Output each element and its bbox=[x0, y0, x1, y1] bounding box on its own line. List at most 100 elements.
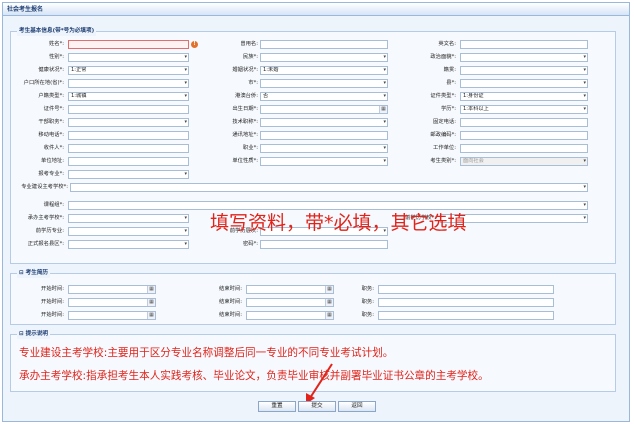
field-label: 承办主考学校*: bbox=[27, 215, 64, 221]
field-label: 性别*: bbox=[48, 54, 64, 60]
chevron-down-icon[interactable]: ▾ bbox=[184, 215, 187, 222]
select-field[interactable]: ▾ bbox=[260, 53, 388, 62]
select-field[interactable]: 1:城镇 ▾ bbox=[68, 92, 189, 101]
calendar-icon[interactable]: ▦ bbox=[379, 106, 387, 113]
calendar-icon[interactable]: ▦ bbox=[325, 286, 333, 293]
back-button[interactable]: 返回 bbox=[338, 401, 376, 412]
chevron-down-icon[interactable]: ▾ bbox=[184, 171, 187, 178]
resume-job-input[interactable] bbox=[378, 311, 554, 320]
resume-end-input[interactable]: ▦ bbox=[246, 285, 334, 294]
field-label: 单位地址: bbox=[41, 158, 64, 164]
resume-start-input[interactable]: ▦ bbox=[68, 285, 156, 294]
chevron-down-icon[interactable]: ▾ bbox=[383, 145, 386, 152]
select-field: 面向社会 ▾ bbox=[460, 157, 588, 166]
chevron-down-icon[interactable]: ▾ bbox=[383, 93, 386, 100]
basic-info-legend: 考生基本信息(带*号为必填项) bbox=[17, 27, 97, 36]
chevron-down-icon[interactable]: ▾ bbox=[583, 67, 586, 74]
input-field[interactable] bbox=[460, 144, 588, 153]
select-field[interactable]: ▾ bbox=[460, 53, 588, 62]
calendar-icon[interactable]: ▦ bbox=[147, 286, 155, 293]
calendar-icon[interactable]: ▦ bbox=[147, 312, 155, 319]
chevron-down-icon[interactable]: ▾ bbox=[383, 158, 386, 165]
field-label: 前学历专业: bbox=[35, 228, 64, 234]
chevron-down-icon[interactable]: ▾ bbox=[383, 80, 386, 87]
collapse-icon[interactable]: ⊟ bbox=[19, 270, 26, 276]
field-label: 民族*: bbox=[242, 54, 258, 60]
input-field[interactable] bbox=[460, 40, 588, 49]
resume-start-input[interactable]: ▦ bbox=[68, 311, 156, 320]
field-label: 政治面貌*: bbox=[430, 54, 456, 60]
window-title: 社会考生报名 bbox=[3, 3, 629, 16]
chevron-down-icon[interactable]: ▾ bbox=[383, 54, 386, 61]
select-field[interactable]: 否 ▾ bbox=[260, 92, 388, 101]
select-field[interactable]: ▾ bbox=[260, 79, 388, 88]
select-field[interactable]: ▾ bbox=[68, 214, 189, 223]
resume-start-label: 开始时间: bbox=[41, 299, 64, 305]
input-field[interactable] bbox=[460, 131, 588, 140]
field-label: 报考专业*: bbox=[38, 171, 64, 177]
select-field[interactable]: ▾ bbox=[68, 53, 189, 62]
select-field[interactable]: 1:本科以上 ▾ bbox=[460, 105, 588, 114]
chevron-down-icon[interactable]: ▾ bbox=[583, 80, 586, 87]
resume-end-input[interactable]: ▦ bbox=[246, 311, 334, 320]
select-field[interactable]: ▾ bbox=[260, 144, 388, 153]
select-field[interactable]: ▾ bbox=[68, 240, 189, 249]
chevron-down-icon[interactable]: ▾ bbox=[184, 119, 187, 126]
chevron-down-icon[interactable]: ▾ bbox=[383, 119, 386, 126]
select-field[interactable]: ▾ bbox=[460, 79, 588, 88]
chevron-down-icon[interactable]: ▾ bbox=[184, 67, 187, 74]
input-field[interactable] bbox=[68, 144, 189, 153]
chevron-down-icon[interactable]: ▾ bbox=[583, 215, 586, 222]
select-field[interactable]: ▾ bbox=[68, 227, 189, 236]
input-field[interactable] bbox=[260, 40, 388, 49]
field-value: 1:本科以上 bbox=[463, 106, 489, 112]
select-field[interactable]: ▾ bbox=[70, 183, 588, 192]
input-field[interactable]: ▦ bbox=[260, 105, 388, 114]
select-field[interactable]: ▾ bbox=[260, 157, 388, 166]
submit-button[interactable]: 提交 bbox=[298, 401, 336, 412]
resume-end-label: 结束时间: bbox=[219, 286, 242, 292]
resume-job-input[interactable] bbox=[378, 298, 554, 307]
select-field[interactable]: ▾ bbox=[68, 170, 189, 179]
chevron-down-icon[interactable]: ▾ bbox=[184, 80, 187, 87]
chevron-down-icon[interactable]: ▾ bbox=[583, 93, 586, 100]
resume-job-label: 职务: bbox=[361, 312, 374, 318]
chevron-down-icon[interactable]: ▾ bbox=[583, 184, 586, 191]
chevron-down-icon[interactable]: ▾ bbox=[184, 241, 187, 248]
chevron-down-icon[interactable]: ▾ bbox=[583, 54, 586, 61]
input-field[interactable] bbox=[68, 105, 189, 114]
calendar-icon[interactable]: ▦ bbox=[325, 299, 333, 306]
field-label: 健康状况*: bbox=[38, 67, 64, 73]
input-field[interactable] bbox=[460, 118, 588, 127]
select-field[interactable]: 1:未婚 ▾ bbox=[260, 66, 388, 75]
chevron-down-icon[interactable]: ▾ bbox=[583, 106, 586, 113]
chevron-down-icon[interactable]: ▾ bbox=[184, 93, 187, 100]
calendar-icon[interactable]: ▦ bbox=[147, 299, 155, 306]
resume-end-input[interactable]: ▦ bbox=[246, 298, 334, 307]
input-field[interactable] bbox=[68, 157, 189, 166]
chevron-down-icon[interactable]: ▾ bbox=[583, 158, 586, 165]
field-label: 姓名*: bbox=[48, 41, 64, 47]
field-label: 考生类别*: bbox=[430, 158, 456, 164]
resume-job-input[interactable] bbox=[378, 285, 554, 294]
field-value: 否 bbox=[263, 93, 269, 99]
field-label: 户籍类型*: bbox=[38, 93, 64, 99]
select-field[interactable]: ▾ bbox=[460, 66, 588, 75]
chevron-down-icon[interactable]: ▾ bbox=[184, 54, 187, 61]
calendar-icon[interactable]: ▦ bbox=[325, 312, 333, 319]
input-field[interactable] bbox=[260, 240, 388, 249]
input-field[interactable] bbox=[68, 40, 189, 49]
select-field[interactable]: ▾ bbox=[68, 118, 189, 127]
chevron-down-icon[interactable]: ▾ bbox=[184, 228, 187, 235]
select-field[interactable]: ▾ bbox=[68, 79, 189, 88]
select-field[interactable]: ▾ bbox=[260, 118, 388, 127]
input-field[interactable] bbox=[68, 131, 189, 140]
select-field[interactable]: 1:身份证 ▾ bbox=[460, 92, 588, 101]
input-field[interactable] bbox=[260, 131, 388, 140]
chevron-down-icon[interactable]: ▾ bbox=[383, 67, 386, 74]
select-field[interactable]: 1:正常 ▾ bbox=[68, 66, 189, 75]
chevron-down-icon[interactable]: ▾ bbox=[583, 202, 586, 209]
resume-start-input[interactable]: ▦ bbox=[68, 298, 156, 307]
reset-button[interactable]: 重置 bbox=[258, 401, 296, 412]
collapse-icon[interactable]: ⊟ bbox=[19, 331, 26, 337]
